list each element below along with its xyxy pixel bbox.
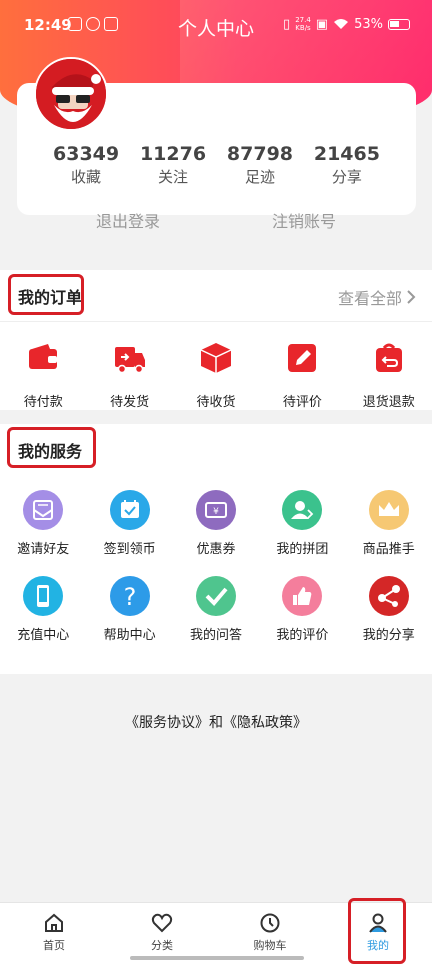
tab-cart[interactable]: 购物车 bbox=[216, 903, 324, 964]
tab-category[interactable]: 分类 bbox=[108, 903, 216, 964]
stat-label: 收藏 bbox=[71, 168, 102, 186]
share-icon bbox=[368, 576, 409, 616]
clock-icon bbox=[260, 913, 280, 933]
calendar-icon bbox=[109, 490, 150, 530]
page-title: 个人中心 bbox=[177, 18, 254, 40]
stat-value: 63349 bbox=[53, 143, 120, 165]
service-label: 充值中心 bbox=[17, 628, 70, 643]
service-label: 签到领币 bbox=[103, 542, 156, 557]
stat-value: 21465 bbox=[313, 143, 380, 165]
home-indicator bbox=[130, 956, 304, 960]
stat-label: 足迹 bbox=[244, 168, 275, 186]
stat-following[interactable]: 11276 关注 bbox=[140, 143, 206, 187]
check-icon bbox=[195, 576, 236, 616]
group-icon bbox=[282, 490, 323, 530]
stat-label: 关注 bbox=[158, 168, 189, 186]
service-coupons[interactable]: ¥ 优惠券 bbox=[173, 490, 259, 557]
stat-shares[interactable]: 21465 分享 bbox=[314, 143, 380, 187]
service-label: 我的评价 bbox=[276, 628, 329, 643]
avatar[interactable] bbox=[34, 57, 108, 131]
order-label: 退货退款 bbox=[362, 395, 415, 410]
stat-favorites[interactable]: 63349 收藏 bbox=[53, 143, 119, 187]
tab-label: 分类 bbox=[151, 939, 173, 952]
order-label: 待评价 bbox=[282, 395, 322, 410]
highlight-box bbox=[8, 274, 84, 315]
service-label: 帮助中心 bbox=[103, 628, 156, 643]
home-icon bbox=[45, 913, 63, 932]
order-label: 待付款 bbox=[23, 395, 63, 410]
wallet-icon bbox=[29, 344, 58, 369]
mail-icon bbox=[23, 490, 64, 530]
tab-label: 购物车 bbox=[253, 939, 287, 952]
view-all-label: 查看全部 bbox=[337, 289, 402, 308]
svg-text:?: ? bbox=[123, 583, 136, 611]
cancel-account-link[interactable]: 注销账号 bbox=[272, 208, 336, 232]
service-label: 我的问答 bbox=[189, 628, 242, 643]
service-reviews[interactable]: 我的评价 bbox=[259, 576, 345, 643]
order-pending-shipment[interactable]: 待发货 bbox=[86, 341, 172, 410]
view-all-orders[interactable]: 查看全部 bbox=[338, 285, 416, 309]
order-label: 待发货 bbox=[110, 395, 150, 410]
crown-icon bbox=[368, 490, 409, 530]
service-label: 邀请好友 bbox=[17, 542, 70, 557]
profile-stats: 63349 收藏 11276 关注 87798 足迹 21465 分享 bbox=[17, 143, 416, 187]
order-pending-receipt[interactable]: 待收货 bbox=[173, 341, 259, 410]
chevron-right-icon bbox=[407, 290, 416, 304]
services-row-1: 邀请好友 签到领币 ¥ 优惠券 我的拼团 商品推手 bbox=[0, 476, 432, 557]
svg-text:¥: ¥ bbox=[213, 507, 219, 517]
service-qa[interactable]: 我的问答 bbox=[173, 576, 259, 643]
coupon-icon: ¥ bbox=[195, 490, 236, 530]
stat-value: 11276 bbox=[139, 143, 207, 165]
stat-footprints[interactable]: 87798 足迹 bbox=[227, 143, 293, 187]
stat-label: 分享 bbox=[331, 168, 362, 186]
logout-link[interactable]: 退出登录 bbox=[96, 208, 160, 232]
service-label: 优惠券 bbox=[196, 542, 236, 557]
service-label: 我的拼团 bbox=[276, 542, 329, 557]
service-label: 我的分享 bbox=[362, 628, 415, 643]
thumb-icon bbox=[282, 576, 323, 616]
service-group-buy[interactable]: 我的拼团 bbox=[259, 490, 345, 557]
tab-home[interactable]: 首页 bbox=[0, 903, 108, 964]
highlight-box bbox=[348, 898, 406, 964]
heart-icon bbox=[151, 913, 173, 933]
stat-value: 87798 bbox=[226, 143, 294, 165]
service-help[interactable]: ? 帮助中心 bbox=[86, 576, 172, 643]
service-recharge[interactable]: 充值中心 bbox=[0, 576, 86, 643]
tab-label: 首页 bbox=[43, 939, 65, 952]
return-icon bbox=[375, 343, 402, 372]
order-returns[interactable]: 退货退款 bbox=[346, 341, 432, 410]
order-pending-review[interactable]: 待评价 bbox=[259, 341, 345, 410]
order-label: 待收货 bbox=[196, 395, 236, 410]
policy-links[interactable]: 《服务协议》和《隐私政策》 bbox=[0, 712, 432, 732]
service-checkin[interactable]: 签到领币 bbox=[86, 490, 172, 557]
pen-icon bbox=[288, 344, 317, 372]
services-row-2: 充值中心 ? 帮助中心 我的问答 我的评价 我的分享 bbox=[0, 557, 432, 643]
box-icon bbox=[200, 343, 232, 373]
order-status-row: 待付款 待发货 待收货 待评价 退货退款 bbox=[0, 322, 432, 410]
service-promoter[interactable]: 商品推手 bbox=[346, 490, 432, 557]
question-icon: ? bbox=[109, 576, 150, 616]
order-pending-payment[interactable]: 待付款 bbox=[0, 341, 86, 410]
service-shares[interactable]: 我的分享 bbox=[346, 576, 432, 643]
service-invite-friends[interactable]: 邀请好友 bbox=[0, 490, 86, 557]
highlight-box bbox=[7, 427, 96, 468]
phone-icon bbox=[23, 576, 64, 616]
truck-icon bbox=[114, 347, 145, 374]
service-label: 商品推手 bbox=[362, 542, 415, 557]
